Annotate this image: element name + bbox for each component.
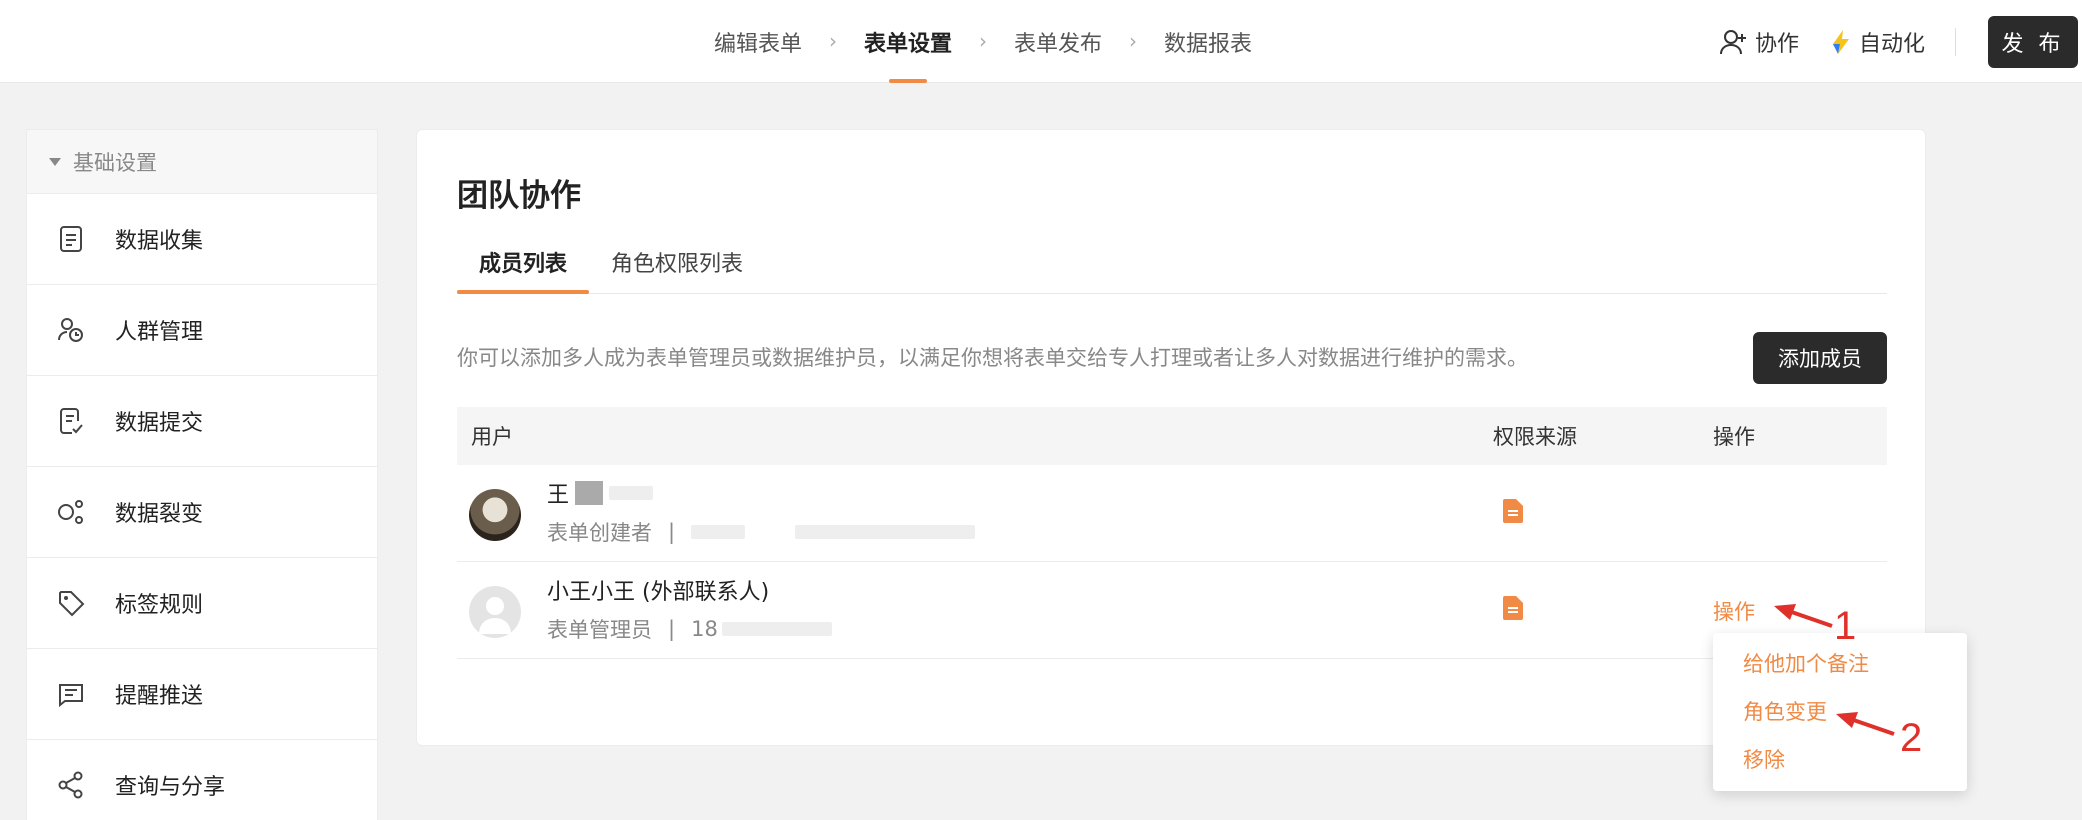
- member-role: 表单管理员: [547, 618, 652, 642]
- redacted-block: [795, 525, 976, 539]
- divider: [1955, 27, 1956, 56]
- lightning-icon: [1832, 29, 1849, 54]
- step-form-settings[interactable]: 表单设置: [862, 0, 954, 83]
- publish-button[interactable]: 发 布: [1988, 15, 2078, 68]
- sidebar-item-label: 标签规则: [115, 593, 204, 618]
- chevron-down-icon: [1779, 602, 1791, 614]
- member-phone: 18: [691, 617, 718, 641]
- member-name: 王: [547, 477, 654, 509]
- sidebar-section-basic[interactable]: 基础设置: [27, 130, 377, 194]
- sidebar-item-label: 数据收集: [115, 229, 204, 254]
- collab-label: 协作: [1754, 31, 1799, 57]
- member-meta: 表单管理员 | 18: [547, 614, 832, 644]
- automation-button[interactable]: 自动化: [1829, 26, 1925, 58]
- push-icon: [57, 680, 85, 708]
- document-icon: [1503, 596, 1523, 620]
- people-icon: [57, 316, 85, 344]
- step-edit-form[interactable]: 编辑表单: [712, 0, 804, 83]
- menu-item-change-role[interactable]: 角色变更: [1713, 687, 1967, 735]
- description-text: 你可以添加多人成为表单管理员或数据维护员，以满足你想将表单交给专人打理或者让多人…: [457, 346, 1528, 370]
- meta-separator: |: [668, 520, 676, 544]
- member-role: 表单创建者: [547, 521, 652, 545]
- share-icon: [57, 771, 85, 799]
- tab-member-list[interactable]: 成员列表: [457, 246, 590, 294]
- step-form-publish[interactable]: 表单发布: [1012, 0, 1104, 83]
- member-meta: 表单创建者 |: [547, 517, 976, 547]
- sidebar-item-label: 提醒推送: [115, 684, 204, 709]
- page-title: 团队协作: [457, 178, 581, 214]
- team-collab-card: 团队协作 成员列表 角色权限列表 你可以添加多人成为表单管理员或数据维护员，以满…: [416, 129, 1926, 746]
- meta-separator: |: [668, 617, 676, 641]
- sidebar-item-query-share[interactable]: 查询与分享: [27, 740, 377, 820]
- add-member-button[interactable]: 添加成员: [1753, 332, 1887, 384]
- member-name: 小王小王 (外部联系人): [547, 580, 770, 605]
- doc-check-icon: [57, 407, 85, 435]
- annotation-label-1: 1: [1834, 604, 1857, 648]
- menu-item-remove[interactable]: 移除: [1713, 735, 1967, 783]
- top-bar: 编辑表单 › 表单设置 › 表单发布 › 数据报表 协作 自动化 发 布: [0, 0, 2082, 83]
- chevron-right-icon: ›: [829, 29, 838, 53]
- annotation-label-2: 2: [1900, 716, 1923, 760]
- chevron-right-icon: ›: [1129, 29, 1138, 53]
- redacted-block: [609, 486, 654, 500]
- sidebar-item-label: 人群管理: [115, 320, 204, 345]
- user-silhouette-icon: [479, 597, 511, 634]
- add-user-icon: [1719, 29, 1746, 54]
- redacted-block: [721, 622, 832, 636]
- top-actions: 协作 自动化 发 布: [1719, 0, 2082, 83]
- actions-link[interactable]: 操作: [1713, 596, 1755, 626]
- avatar: [469, 489, 521, 541]
- sidebar: 基础设置 数据收集 人群管理 数据提交 数据裂变 标签规则 提醒推送 查询与分享: [26, 129, 378, 820]
- sidebar-item-data-submit[interactable]: 数据提交: [27, 376, 377, 467]
- sidebar-item-data-collect[interactable]: 数据收集: [27, 194, 377, 285]
- doc-list-icon: [57, 225, 85, 253]
- sidebar-item-tag-rules[interactable]: 标签规则: [27, 558, 377, 649]
- sidebar-item-label: 数据裂变: [115, 502, 204, 527]
- tab-bar: 成员列表 角色权限列表: [457, 246, 1887, 294]
- member-name-text: 王: [547, 483, 570, 508]
- table-row: 王 表单创建者 |: [457, 465, 1887, 562]
- sidebar-item-push[interactable]: 提醒推送: [27, 649, 377, 740]
- sidebar-item-label: 数据提交: [115, 411, 204, 436]
- member-table: 用户 权限来源 操作 王 表单创建者 | 小王小王 (外部联系人) 表单管理员 …: [457, 407, 1887, 659]
- document-icon: [1503, 499, 1523, 523]
- sidebar-item-label: 查询与分享: [115, 775, 226, 800]
- chevron-right-icon: ›: [979, 29, 988, 53]
- step-data-report[interactable]: 数据报表: [1162, 0, 1254, 83]
- actions-dropdown: 给他加个备注 角色变更 移除: [1713, 633, 1967, 791]
- sidebar-item-crowd[interactable]: 人群管理: [27, 285, 377, 376]
- table-header: 用户 权限来源 操作: [457, 407, 1887, 465]
- tab-role-permissions[interactable]: 角色权限列表: [589, 246, 765, 293]
- sidebar-item-fission[interactable]: 数据裂变: [27, 467, 377, 558]
- header-permission-source: 权限来源: [1493, 425, 1577, 449]
- redacted-block: [691, 525, 746, 539]
- header-actions: 操作: [1713, 425, 1755, 449]
- header-user: 用户: [471, 425, 513, 449]
- redacted-block: [575, 481, 604, 505]
- avatar-placeholder: [469, 586, 521, 638]
- step-nav: 编辑表单 › 表单设置 › 表单发布 › 数据报表: [712, 0, 1254, 83]
- tag-icon: [57, 589, 85, 617]
- collab-button[interactable]: 协作: [1719, 26, 1799, 58]
- sidebar-section-label: 基础设置: [73, 150, 157, 175]
- automation-label: 自动化: [1858, 31, 1925, 57]
- table-row: 小王小王 (外部联系人) 表单管理员 | 18 操作: [457, 562, 1887, 659]
- fission-icon: [57, 498, 85, 526]
- caret-down-icon: [49, 157, 61, 166]
